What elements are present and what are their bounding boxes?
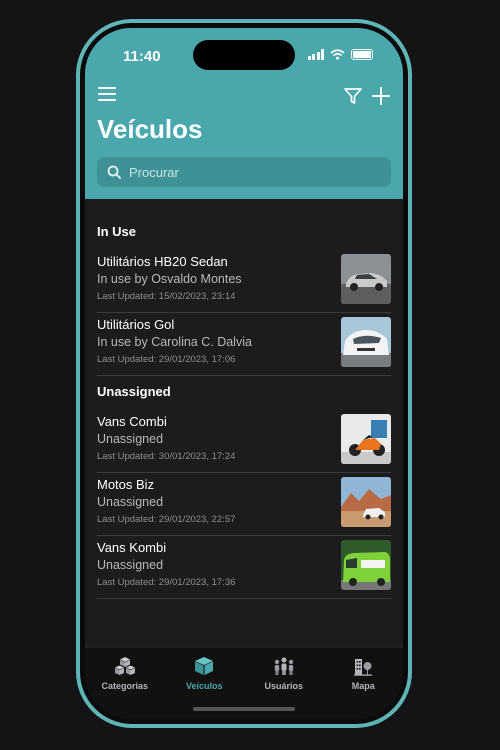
- battery-icon: [351, 49, 373, 60]
- search-bar[interactable]: [97, 157, 391, 187]
- list-item[interactable]: Utilitários HB20 Sedan In use by Osvaldo…: [97, 250, 391, 313]
- cubes-icon: [114, 657, 135, 675]
- vehicle-list: In Use Utilitários HB20 Sedan In use by …: [97, 224, 391, 599]
- status-time: 11:40: [123, 48, 161, 65]
- users-icon: [274, 657, 293, 675]
- tab-label: Veículos: [185, 681, 223, 691]
- list-item[interactable]: Utilitários Gol In use by Carolina C. Da…: [97, 313, 391, 376]
- phone-bezel: 11:40 Veículos Procurar In Use Utilitári…: [80, 23, 408, 724]
- cellular-signal-icon: [307, 49, 324, 60]
- hamburger-menu-icon[interactable]: [97, 86, 117, 102]
- last-updated: Last Updated: 15/02/2023, 23:14: [97, 291, 236, 302]
- vehicle-thumbnail: [341, 477, 391, 527]
- dynamic-island: [193, 40, 295, 70]
- page-title: Veículos: [97, 114, 203, 144]
- list-item[interactable]: Motos Biz Unassigned Last Updated: 29/01…: [97, 473, 391, 536]
- tab-mapa[interactable]: Mapa: [328, 656, 398, 719]
- vehicle-name: Utilitários HB20 Sedan: [97, 254, 228, 269]
- last-updated: Last Updated: 29/01/2023, 17:36: [97, 577, 236, 588]
- wifi-icon: [330, 49, 345, 60]
- search-input[interactable]: [129, 164, 369, 180]
- tab-label: Mapa: [351, 681, 375, 691]
- tab-label: Usuários: [264, 681, 303, 691]
- section-header-in-use: In Use: [97, 224, 137, 239]
- last-updated: Last Updated: 29/01/2023, 22:57: [97, 514, 236, 525]
- section-header-unassigned: Unassigned: [97, 384, 171, 399]
- vehicle-thumbnail: [341, 540, 391, 590]
- home-indicator[interactable]: [193, 707, 295, 711]
- vehicle-status: Unassigned: [97, 558, 164, 572]
- list-item[interactable]: Vans Kombi Unassigned Last Updated: 29/0…: [97, 536, 391, 599]
- status-icons: [307, 49, 373, 60]
- vehicle-name: Motos Biz: [97, 477, 155, 492]
- filter-icon[interactable]: [343, 86, 363, 106]
- vehicle-thumbnail: [341, 254, 391, 304]
- phone-frame: 11:40 Veículos Procurar In Use Utilitári…: [76, 19, 412, 728]
- cube-icon: [195, 657, 214, 675]
- list-item[interactable]: Vans Combi Unassigned Last Updated: 30/0…: [97, 410, 391, 473]
- add-icon[interactable]: [371, 86, 391, 106]
- vehicle-name: Vans Kombi: [97, 540, 167, 555]
- vehicle-status: In use by Osvaldo Montes: [97, 272, 242, 286]
- vehicle-status: Unassigned: [97, 432, 164, 446]
- tab-categorias[interactable]: Categorias: [90, 656, 160, 719]
- vehicle-status: Unassigned: [97, 495, 164, 509]
- vehicle-name: Vans Combi: [97, 414, 167, 429]
- vehicle-thumbnail: [341, 317, 391, 367]
- last-updated: Last Updated: 29/01/2023, 17:06: [97, 354, 236, 365]
- app-screen: 11:40 Veículos Procurar In Use Utilitári…: [85, 28, 403, 719]
- vehicle-name: Utilitários Gol: [97, 317, 175, 332]
- tab-label: Categorias: [101, 681, 149, 691]
- vehicle-thumbnail: [341, 414, 391, 464]
- last-updated: Last Updated: 30/01/2023, 17:24: [97, 451, 236, 462]
- map-icon: [354, 659, 373, 676]
- header: 11:40 Veículos Procurar: [85, 28, 403, 199]
- vehicle-status: In use by Carolina C. Dalvia: [97, 335, 252, 349]
- search-icon: [107, 165, 121, 179]
